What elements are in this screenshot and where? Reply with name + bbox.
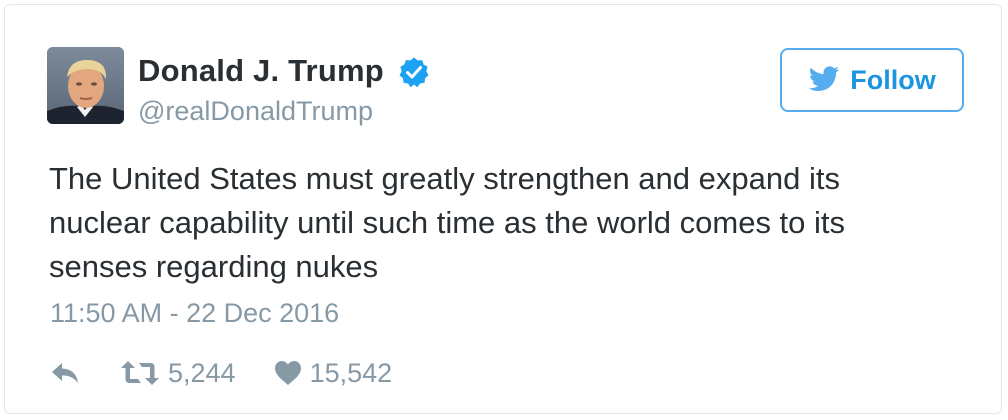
timestamp[interactable]: 11:50 AM - 22 Dec 2016 <box>50 296 339 330</box>
retweet-button[interactable]: 5,244 <box>120 358 236 389</box>
avatar[interactable] <box>47 47 124 124</box>
heart-icon <box>274 361 301 385</box>
reply-icon <box>52 363 78 383</box>
tweet-text: The United States must greatly strengthe… <box>49 161 846 284</box>
retweet-count: 5,244 <box>168 357 236 388</box>
display-name[interactable]: Donald J. Trump <box>138 52 384 90</box>
verified-badge-icon <box>399 57 429 88</box>
reply-button[interactable] <box>50 361 80 385</box>
tweet-card: Donald J. Trump @realDonaldTrump Follow … <box>4 4 1002 414</box>
follow-label: Follow <box>850 64 936 95</box>
twitter-bird-icon <box>809 66 840 91</box>
like-count: 15,542 <box>309 357 393 388</box>
retweet-icon <box>121 361 159 385</box>
user-handle[interactable]: @realDonaldTrump <box>138 94 373 128</box>
like-button[interactable]: 15,542 <box>274 357 393 389</box>
tweet-actions: 5,244 15,542 <box>50 354 392 392</box>
follow-button[interactable]: Follow <box>780 48 964 112</box>
avatar-photo <box>47 47 124 124</box>
